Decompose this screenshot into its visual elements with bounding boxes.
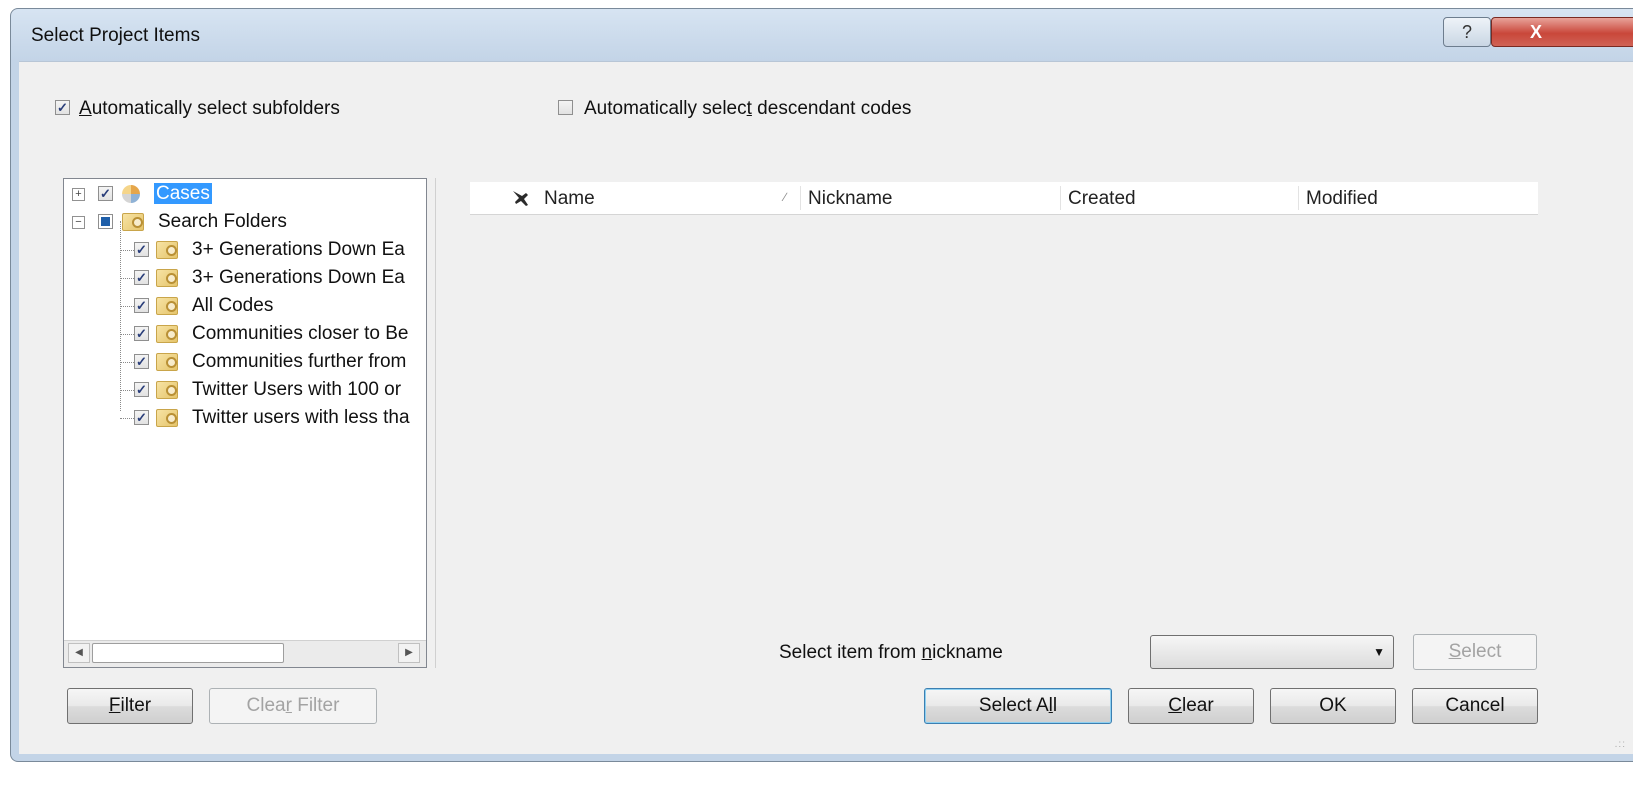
tree-node-search-folder-5[interactable]: ✓ Communities further from xyxy=(64,349,426,375)
search-folder-icon xyxy=(122,213,144,231)
search-folder-icon xyxy=(156,409,178,427)
select-all-button[interactable]: Select All xyxy=(924,688,1112,724)
ok-button[interactable]: OK xyxy=(1270,688,1396,724)
clear-button[interactable]: Clear xyxy=(1128,688,1254,724)
collapse-icon[interactable]: − xyxy=(72,216,85,229)
item-checkbox[interactable]: ✓ xyxy=(134,242,149,257)
pin-icon[interactable] xyxy=(510,188,532,208)
column-header-name[interactable]: Name xyxy=(544,188,595,210)
auto-subfolders-checkbox[interactable]: ✓ xyxy=(55,100,70,115)
search-folder-icon xyxy=(156,325,178,343)
tree-node-search-folder-4[interactable]: ✓ Communities closer to Be xyxy=(64,321,426,347)
tree-node-search-folder-1[interactable]: ✓ 3+ Generations Down Ea xyxy=(64,237,426,263)
help-button[interactable]: ? xyxy=(1443,17,1491,47)
project-tree[interactable]: + ✓ Cases − Search Folders ✓ 3+ Generati… xyxy=(63,178,427,668)
search-folder-icon xyxy=(156,297,178,315)
item-checkbox[interactable]: ✓ xyxy=(134,270,149,285)
dropdown-arrow-icon: ▼ xyxy=(1373,645,1385,659)
auto-descendant-codes-label[interactable]: Automatically select descendant codes xyxy=(584,98,911,120)
cancel-button[interactable]: Cancel xyxy=(1412,688,1538,724)
grid-header: Name ∕ Nickname Created Modified xyxy=(470,182,1538,215)
scroll-left-arrow-icon[interactable]: ◀ xyxy=(68,643,90,663)
tree-node-search-folder-2[interactable]: ✓ 3+ Generations Down Ea xyxy=(64,265,426,291)
close-icon: X xyxy=(1530,22,1543,42)
nickname-dropdown[interactable]: ▼ xyxy=(1150,635,1394,669)
auto-subfolders-label[interactable]: Automatically select subfolders xyxy=(79,98,340,120)
tree-node-label: All Codes xyxy=(192,295,274,316)
cases-icon xyxy=(122,185,140,203)
tree-node-search-folder-6[interactable]: ✓ Twitter Users with 100 or xyxy=(64,377,426,403)
item-checkbox[interactable]: ✓ xyxy=(134,298,149,313)
tree-node-label: Search Folders xyxy=(158,211,287,232)
tree-node-search-folder-3[interactable]: ✓ All Codes xyxy=(64,293,426,319)
search-folder-icon xyxy=(156,269,178,287)
search-folder-icon xyxy=(156,241,178,259)
item-checkbox[interactable]: ✓ xyxy=(134,382,149,397)
column-header-modified[interactable]: Modified xyxy=(1306,188,1378,210)
item-checkbox[interactable]: ✓ xyxy=(134,354,149,369)
filter-button[interactable]: Filter xyxy=(67,688,193,724)
nickname-label: Select item from nickname xyxy=(779,642,1003,663)
column-header-nickname[interactable]: Nickname xyxy=(808,188,892,210)
dialog-body: ✓ Automatically select subfolders Automa… xyxy=(19,61,1633,754)
title-bar[interactable]: Select Project Items ? X xyxy=(11,9,1633,61)
tree-node-label: Twitter users with less tha xyxy=(192,407,410,428)
tree-node-label: 3+ Generations Down Ea xyxy=(192,239,405,260)
close-button[interactable]: X xyxy=(1491,17,1633,47)
item-checkbox[interactable]: ✓ xyxy=(134,410,149,425)
scrollbar-thumb[interactable] xyxy=(92,643,284,663)
tree-node-cases[interactable]: + ✓ Cases xyxy=(64,181,426,207)
column-header-created[interactable]: Created xyxy=(1068,188,1136,210)
select-project-items-dialog: Select Project Items ? X ✓ Automatically… xyxy=(10,8,1633,762)
tree-node-label: Twitter Users with 100 or xyxy=(192,379,402,400)
search-folder-icon xyxy=(156,353,178,371)
tree-node-label: 3+ Generations Down Ea xyxy=(192,267,405,288)
tree-node-label: Cases xyxy=(154,183,212,204)
search-folders-checkbox[interactable] xyxy=(98,214,113,229)
items-grid[interactable]: Name ∕ Nickname Created Modified xyxy=(435,178,1540,668)
scroll-right-arrow-icon[interactable]: ▶ xyxy=(398,643,420,663)
tree-node-label: Communities further from xyxy=(192,351,407,372)
clear-filter-button[interactable]: Clear Filter xyxy=(209,688,377,724)
tree-horizontal-scrollbar[interactable]: ◀ ▶ xyxy=(64,640,426,667)
help-icon: ? xyxy=(1461,22,1472,42)
sort-icon: ∕ xyxy=(784,190,787,204)
auto-descendant-codes-checkbox[interactable] xyxy=(558,100,573,115)
select-button[interactable]: Select xyxy=(1413,634,1537,670)
dialog-title: Select Project Items xyxy=(31,25,200,46)
tree-node-label: Communities closer to Be xyxy=(192,323,409,344)
cases-checkbox[interactable]: ✓ xyxy=(98,186,113,201)
expand-icon[interactable]: + xyxy=(72,188,85,201)
tree-node-search-folder-7[interactable]: ✓ Twitter users with less tha xyxy=(64,405,426,431)
item-checkbox[interactable]: ✓ xyxy=(134,326,149,341)
resize-grip-icon[interactable]: .:: xyxy=(1615,739,1626,750)
search-folder-icon xyxy=(156,381,178,399)
tree-node-search-folders[interactable]: − Search Folders xyxy=(64,209,426,235)
